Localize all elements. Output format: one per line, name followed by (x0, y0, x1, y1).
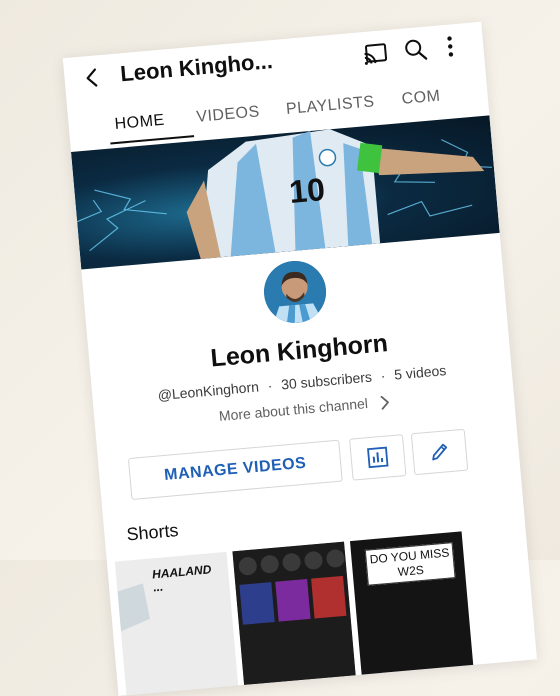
edit-pencil-icon (428, 440, 452, 464)
cast-icon[interactable] (363, 42, 389, 66)
short-caption: DO YOU MISS W2S (365, 542, 456, 586)
channel-handle: @LeonKinghorn (157, 379, 259, 404)
analytics-icon (366, 445, 390, 469)
youtube-channel-screen: Leon Kingho... HOME VIDEOS PLAYLISTS COM (63, 22, 537, 696)
meta-separator: · (380, 367, 386, 383)
short-thumbnail[interactable]: DO YOU MISS W2S (350, 531, 474, 680)
short-thumbnail[interactable]: HAALAND ... (115, 552, 239, 696)
chevron-right-icon (379, 395, 390, 410)
short-thumbnail-art (232, 542, 356, 691)
meta-separator: · (267, 377, 273, 393)
tab-home[interactable]: HOME (114, 112, 165, 134)
analytics-button[interactable] (349, 434, 406, 481)
shorts-section-title: Shorts (126, 520, 180, 545)
tab-playlists[interactable]: PLAYLISTS (285, 93, 375, 119)
tab-community[interactable]: COM (401, 88, 441, 109)
svg-text:10: 10 (288, 171, 327, 210)
video-count: 5 videos (394, 362, 447, 382)
more-about-label: More about this channel (218, 395, 368, 424)
manage-videos-button[interactable]: MANAGE VIDEOS (128, 440, 343, 500)
avatar-image (261, 258, 328, 325)
channel-avatar[interactable] (261, 258, 328, 325)
edit-channel-button[interactable] (411, 429, 468, 476)
short-thumbnail[interactable] (232, 542, 356, 691)
subscriber-count: 30 subscribers (280, 369, 372, 393)
channel-title: Leon Kingho... (119, 48, 273, 87)
back-icon[interactable] (82, 67, 104, 89)
tab-videos[interactable]: VIDEOS (196, 103, 261, 126)
search-icon[interactable] (402, 37, 428, 63)
short-caption: HAALAND ... (152, 563, 213, 594)
more-vert-icon[interactable] (445, 34, 455, 59)
